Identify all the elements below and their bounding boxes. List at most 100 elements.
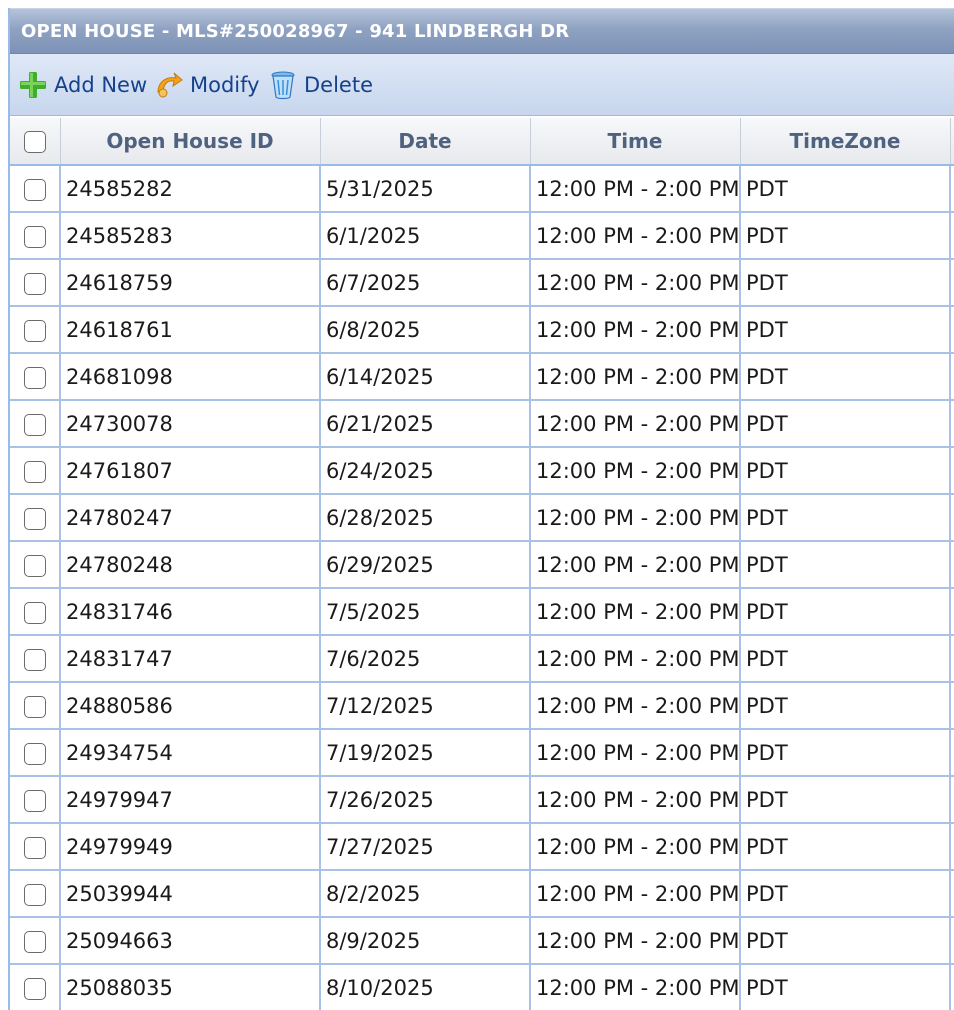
date-cell: 8/10/2025	[320, 964, 531, 1010]
time-cell: 12:00 PM - 2:00 PM	[530, 635, 741, 683]
table-row[interactable]: 25088035 8/10/2025 12:00 PM - 2:00 PM PDT	[10, 964, 954, 1010]
row-select-cell	[10, 917, 61, 965]
filler-cell	[950, 541, 954, 589]
table-row[interactable]: 24979947 7/26/2025 12:00 PM - 2:00 PM PDT	[10, 776, 954, 824]
time-cell: 12:00 PM - 2:00 PM	[530, 541, 741, 589]
table-row[interactable]: 25039944 8/2/2025 12:00 PM - 2:00 PM PDT	[10, 870, 954, 918]
row-checkbox[interactable]	[23, 601, 46, 624]
filler-cell	[950, 729, 954, 777]
row-select-cell	[10, 353, 61, 401]
table-row[interactable]: 24618759 6/7/2025 12:00 PM - 2:00 PM PDT	[10, 259, 954, 307]
open-house-grid: Open House ID Date Time TimeZone 2458528…	[10, 118, 954, 1010]
row-select-cell	[10, 870, 61, 918]
open-house-id-cell: 24730078	[60, 400, 321, 448]
row-checkbox[interactable]	[23, 366, 46, 389]
time-cell: 12:00 PM - 2:00 PM	[530, 353, 741, 401]
timezone-cell: PDT	[740, 541, 951, 589]
table-row[interactable]: 24880586 7/12/2025 12:00 PM - 2:00 PM PDT	[10, 682, 954, 730]
filler-cell	[950, 165, 954, 213]
open-house-id-cell: 25094663	[60, 917, 321, 965]
add-new-button[interactable]: Add New	[18, 68, 147, 102]
open-house-id-cell: 24831746	[60, 588, 321, 636]
timezone-cell: PDT	[740, 353, 951, 401]
select-all-checkbox[interactable]	[23, 131, 46, 154]
open-house-id-cell: 25088035	[60, 964, 321, 1010]
row-checkbox[interactable]	[23, 648, 46, 671]
trash-icon	[268, 70, 298, 100]
timezone-cell: PDT	[740, 447, 951, 495]
grid-header-row: Open House ID Date Time TimeZone	[10, 118, 954, 166]
date-cell: 7/6/2025	[320, 635, 531, 683]
row-checkbox[interactable]	[23, 789, 46, 812]
row-checkbox[interactable]	[23, 695, 46, 718]
timezone-cell: PDT	[740, 165, 951, 213]
filler-cell	[950, 870, 954, 918]
table-row[interactable]: 24761807 6/24/2025 12:00 PM - 2:00 PM PDT	[10, 447, 954, 495]
time-cell: 12:00 PM - 2:00 PM	[530, 447, 741, 495]
timezone-cell: PDT	[740, 917, 951, 965]
table-row[interactable]: 24934754 7/19/2025 12:00 PM - 2:00 PM PDT	[10, 729, 954, 777]
row-checkbox[interactable]	[23, 977, 46, 1000]
date-cell: 6/8/2025	[320, 306, 531, 354]
table-row[interactable]: 24585282 5/31/2025 12:00 PM - 2:00 PM PDT	[10, 165, 954, 213]
modify-button[interactable]: Modify	[154, 68, 260, 102]
table-row[interactable]: 25094663 8/9/2025 12:00 PM - 2:00 PM PDT	[10, 917, 954, 965]
open-house-id-cell: 25039944	[60, 870, 321, 918]
row-checkbox[interactable]	[23, 460, 46, 483]
date-cell: 6/28/2025	[320, 494, 531, 542]
column-header-date[interactable]: Date	[320, 118, 531, 166]
table-row[interactable]: 24979949 7/27/2025 12:00 PM - 2:00 PM PDT	[10, 823, 954, 871]
row-select-cell	[10, 635, 61, 683]
filler-cell	[950, 917, 954, 965]
column-header-open-house-id[interactable]: Open House ID	[60, 118, 321, 166]
column-header-time[interactable]: Time	[530, 118, 741, 166]
table-row[interactable]: 24585283 6/1/2025 12:00 PM - 2:00 PM PDT	[10, 212, 954, 260]
date-cell: 5/31/2025	[320, 165, 531, 213]
filler-cell	[950, 353, 954, 401]
table-row[interactable]: 24730078 6/21/2025 12:00 PM - 2:00 PM PDT	[10, 400, 954, 448]
row-select-cell	[10, 306, 61, 354]
add-new-label: Add New	[54, 73, 148, 97]
filler-cell	[950, 400, 954, 448]
row-checkbox[interactable]	[23, 836, 46, 859]
time-cell: 12:00 PM - 2:00 PM	[530, 588, 741, 636]
time-cell: 12:00 PM - 2:00 PM	[530, 306, 741, 354]
open-house-id-cell: 24585282	[60, 165, 321, 213]
timezone-cell: PDT	[740, 964, 951, 1010]
filler-cell	[950, 776, 954, 824]
table-row[interactable]: 24681098 6/14/2025 12:00 PM - 2:00 PM PDT	[10, 353, 954, 401]
table-row[interactable]: 24780248 6/29/2025 12:00 PM - 2:00 PM PDT	[10, 541, 954, 589]
open-house-panel: OPEN HOUSE - MLS#250028967 - 941 LINDBER…	[8, 8, 954, 1010]
row-select-cell	[10, 682, 61, 730]
time-cell: 12:00 PM - 2:00 PM	[530, 400, 741, 448]
date-cell: 7/19/2025	[320, 729, 531, 777]
row-checkbox[interactable]	[23, 272, 46, 295]
table-row[interactable]: 24831746 7/5/2025 12:00 PM - 2:00 PM PDT	[10, 588, 954, 636]
time-cell: 12:00 PM - 2:00 PM	[530, 870, 741, 918]
date-cell: 6/24/2025	[320, 447, 531, 495]
row-checkbox[interactable]	[23, 507, 46, 530]
timezone-cell: PDT	[740, 400, 951, 448]
filler-cell	[950, 494, 954, 542]
date-cell: 6/29/2025	[320, 541, 531, 589]
open-house-id-cell: 24681098	[60, 353, 321, 401]
open-house-id-cell: 24585283	[60, 212, 321, 260]
column-header-timezone[interactable]: TimeZone	[740, 118, 951, 166]
time-cell: 12:00 PM - 2:00 PM	[530, 776, 741, 824]
time-cell: 12:00 PM - 2:00 PM	[530, 964, 741, 1010]
row-checkbox[interactable]	[23, 413, 46, 436]
row-checkbox[interactable]	[23, 178, 46, 201]
row-checkbox[interactable]	[23, 554, 46, 577]
open-house-id-cell: 24761807	[60, 447, 321, 495]
table-row[interactable]: 24831747 7/6/2025 12:00 PM - 2:00 PM PDT	[10, 635, 954, 683]
table-row[interactable]: 24780247 6/28/2025 12:00 PM - 2:00 PM PDT	[10, 494, 954, 542]
time-cell: 12:00 PM - 2:00 PM	[530, 494, 741, 542]
row-checkbox[interactable]	[23, 742, 46, 765]
row-checkbox[interactable]	[23, 319, 46, 342]
row-checkbox[interactable]	[23, 930, 46, 953]
row-checkbox[interactable]	[23, 225, 46, 248]
delete-button[interactable]: Delete	[268, 68, 373, 102]
row-checkbox[interactable]	[23, 883, 46, 906]
table-row[interactable]: 24618761 6/8/2025 12:00 PM - 2:00 PM PDT	[10, 306, 954, 354]
timezone-cell: PDT	[740, 588, 951, 636]
